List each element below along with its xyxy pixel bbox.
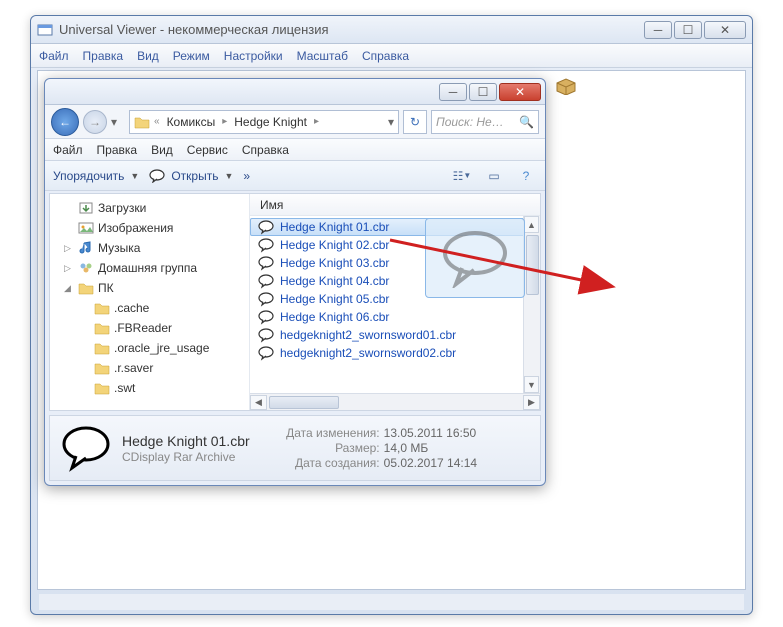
menu-zoom[interactable]: Масштаб [297, 49, 348, 63]
details-size-value: 14,0 МБ [384, 441, 429, 455]
app-icon [37, 22, 53, 38]
explorer-menubar: Файл Правка Вид Сервис Справка [45, 139, 545, 161]
breadcrumb-item-2[interactable]: Hedge Knight [231, 115, 310, 129]
nav-back-button[interactable]: ← [51, 108, 79, 136]
outer-menubar: Файл Правка Вид Режим Настройки Масштаб … [31, 44, 752, 68]
outer-maximize-button[interactable]: ☐ [674, 21, 702, 39]
file-item[interactable]: Hedge Knight 06.cbr [250, 308, 540, 326]
scroll-up-button[interactable]: ▲ [524, 216, 539, 233]
file-item[interactable]: Hedge Knight 03.cbr [250, 254, 540, 272]
scroll-thumb[interactable] [526, 235, 539, 295]
explorer-menu-edit[interactable]: Правка [97, 143, 138, 157]
file-item[interactable]: Hedge Knight 04.cbr [250, 272, 540, 290]
tree-item[interactable]: .cache [50, 298, 249, 318]
tree-item[interactable]: .oracle_jre_usage [50, 338, 249, 358]
search-input[interactable]: Поиск: He… 🔍 [431, 110, 539, 134]
file-item[interactable]: hedgeknight2_swornsword02.cbr [250, 344, 540, 362]
breadcrumb[interactable]: « Комиксы ▸ Hedge Knight ▸ ▾ [129, 110, 399, 134]
tree-item[interactable]: .swt [50, 378, 249, 398]
chevron-right-icon: ▸ [314, 116, 319, 127]
explorer-body: ЗагрузкиИзображения▷Музыка▷Домашняя груп… [49, 193, 541, 411]
file-item[interactable]: Hedge Knight 02.cbr [250, 236, 540, 254]
search-icon: 🔍 [519, 115, 534, 129]
details-pane: Hedge Knight 01.cbr CDisplay Rar Archive… [49, 415, 541, 481]
tree-item[interactable]: .r.saver [50, 358, 249, 378]
explorer-minimize-button[interactable]: ─ [439, 83, 467, 101]
explorer-menu-file[interactable]: Файл [53, 143, 83, 157]
toolbar-more[interactable]: » [243, 169, 250, 183]
folder-tree[interactable]: ЗагрузкиИзображения▷Музыка▷Домашняя груп… [50, 194, 250, 410]
speech-bubble-icon [149, 169, 165, 183]
file-list-pane: Имя Hedge Knight 01.cbrHedge Knight 02.c… [250, 194, 540, 410]
help-button[interactable]: ? [515, 166, 537, 186]
menu-file[interactable]: Файл [39, 49, 69, 63]
file-list[interactable]: Hedge Knight 01.cbrHedge Knight 02.cbrHe… [250, 216, 540, 393]
search-placeholder: Поиск: He… [436, 115, 504, 129]
details-modified-value: 13.05.2011 16:50 [384, 426, 477, 440]
details-size-label: Размер: [270, 441, 380, 455]
vertical-scrollbar[interactable]: ▲ ▼ [523, 216, 540, 393]
nav-forward-button[interactable]: → [83, 110, 107, 134]
file-item[interactable]: hedgeknight2_swornsword01.cbr [250, 326, 540, 344]
menu-help[interactable]: Справка [362, 49, 409, 63]
menu-mode[interactable]: Режим [173, 49, 210, 63]
scroll-left-button[interactable]: ◀ [250, 395, 267, 410]
scroll-down-button[interactable]: ▼ [524, 376, 539, 393]
folder-icon [134, 114, 150, 130]
outer-minimize-button[interactable]: ─ [644, 21, 672, 39]
menu-settings[interactable]: Настройки [224, 49, 283, 63]
explorer-toolbar: Упорядочить▼ Открыть▼ » ☷ ▼ ▭ ? [45, 161, 545, 191]
outer-titlebar[interactable]: Universal Viewer - некоммерческая лиценз… [31, 16, 752, 44]
details-filetype: CDisplay Rar Archive [122, 450, 250, 464]
tree-item[interactable]: Изображения [50, 218, 249, 238]
details-filename: Hedge Knight 01.cbr [122, 433, 250, 449]
outer-statusbar [39, 594, 744, 610]
explorer-titlebar[interactable]: ─ ☐ ✕ [45, 79, 545, 105]
details-created-label: Дата создания: [270, 456, 380, 470]
explorer-menu-help[interactable]: Справка [242, 143, 289, 157]
tree-item[interactable]: ▷Музыка [50, 238, 249, 258]
organize-button[interactable]: Упорядочить▼ [53, 169, 139, 183]
outer-title: Universal Viewer - некоммерческая лиценз… [59, 22, 644, 37]
open-button[interactable]: Открыть▼ [149, 169, 233, 183]
explorer-menu-view[interactable]: Вид [151, 143, 173, 157]
explorer-window: ─ ☐ ✕ ← → ▾ « Комиксы ▸ Hedge Knight ▸ ▾… [44, 78, 546, 486]
preview-pane-button[interactable]: ▭ [483, 166, 505, 186]
explorer-maximize-button[interactable]: ☐ [469, 83, 497, 101]
scroll-thumb-h[interactable] [269, 396, 339, 409]
explorer-menu-tools[interactable]: Сервис [187, 143, 228, 157]
breadcrumb-dropdown[interactable]: ▾ [388, 115, 394, 129]
file-item[interactable]: Hedge Knight 05.cbr [250, 290, 540, 308]
explorer-close-button[interactable]: ✕ [499, 83, 541, 101]
details-modified-label: Дата изменения: [270, 426, 380, 440]
breadcrumb-root[interactable]: « [154, 116, 160, 127]
details-created-value: 05.02.2017 14:14 [384, 456, 477, 470]
file-type-icon [60, 422, 112, 474]
nav-history-dropdown[interactable]: ▾ [111, 115, 125, 129]
menu-edit[interactable]: Правка [83, 49, 124, 63]
tree-item[interactable]: Загрузки [50, 198, 249, 218]
menu-view[interactable]: Вид [137, 49, 159, 63]
package-icon [555, 77, 577, 95]
scroll-right-button[interactable]: ▶ [523, 395, 540, 410]
tree-item[interactable]: ▷Домашняя группа [50, 258, 249, 278]
refresh-button[interactable]: ↻ [403, 110, 427, 134]
column-header-name[interactable]: Имя [250, 194, 540, 216]
tree-item[interactable]: .FBReader [50, 318, 249, 338]
outer-close-button[interactable]: ✕ [704, 21, 746, 39]
tree-item[interactable]: ◢ПК [50, 278, 249, 298]
breadcrumb-item-1[interactable]: Комиксы [164, 115, 219, 129]
file-item[interactable]: Hedge Knight 01.cbr [250, 218, 540, 236]
chevron-right-icon: ▸ [222, 116, 227, 127]
explorer-navbar: ← → ▾ « Комиксы ▸ Hedge Knight ▸ ▾ ↻ Пои… [45, 105, 545, 139]
horizontal-scrollbar[interactable]: ◀ ▶ [250, 393, 540, 410]
view-mode-button[interactable]: ☷ ▼ [451, 166, 473, 186]
